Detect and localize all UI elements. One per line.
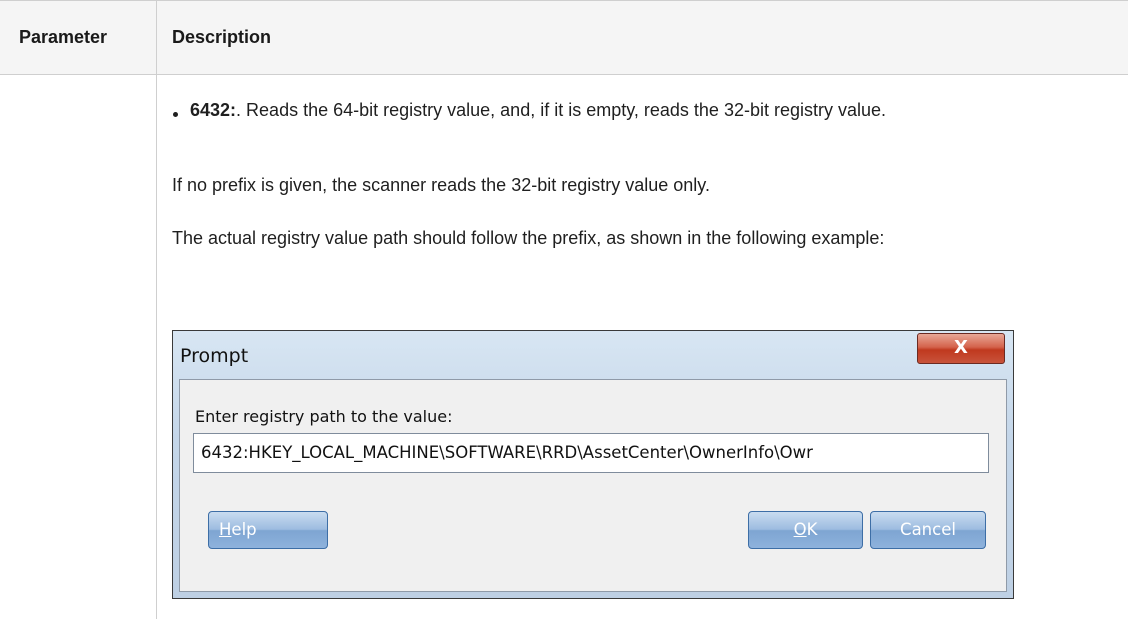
ok-button[interactable]: OK (748, 511, 863, 549)
help-label: elp (231, 520, 257, 539)
registry-path-input[interactable] (193, 433, 989, 473)
header-parameter: Parameter (19, 27, 108, 47)
dialog-title: Prompt (180, 345, 249, 367)
registry-path-field[interactable] (201, 434, 988, 471)
help-button[interactable]: Help (208, 511, 328, 549)
dialog-body: Enter registry path to the value: Help O… (179, 379, 1007, 592)
close-button[interactable]: X (917, 333, 1005, 364)
cancel-button[interactable]: Cancel (870, 511, 986, 549)
paragraph-no-prefix: If no prefix is given, the scanner reads… (172, 175, 710, 195)
table-header-row: Parameter Description (0, 0, 1128, 75)
bullet-term: 6432: (190, 100, 237, 120)
paragraph-path-example: The actual registry value path should fo… (172, 228, 885, 248)
column-divider (156, 0, 157, 619)
header-description: Description (172, 27, 272, 47)
bullet-text: 6432:. Reads the 64-bit registry value, … (190, 94, 1120, 127)
registry-path-label: Enter registry path to the value: (195, 407, 453, 426)
bullet-icon (173, 112, 178, 117)
help-mnemonic: H (219, 520, 232, 539)
prompt-dialog: Prompt X Enter registry path to the valu… (172, 330, 1014, 599)
bullet-description: . Reads the 64-bit registry value, and, … (236, 100, 887, 120)
ok-label: K (806, 520, 818, 539)
close-icon: X (954, 337, 968, 358)
ok-mnemonic: O (793, 520, 807, 539)
parameter-table: Parameter Description 6432:. Reads the 6… (0, 0, 1128, 619)
